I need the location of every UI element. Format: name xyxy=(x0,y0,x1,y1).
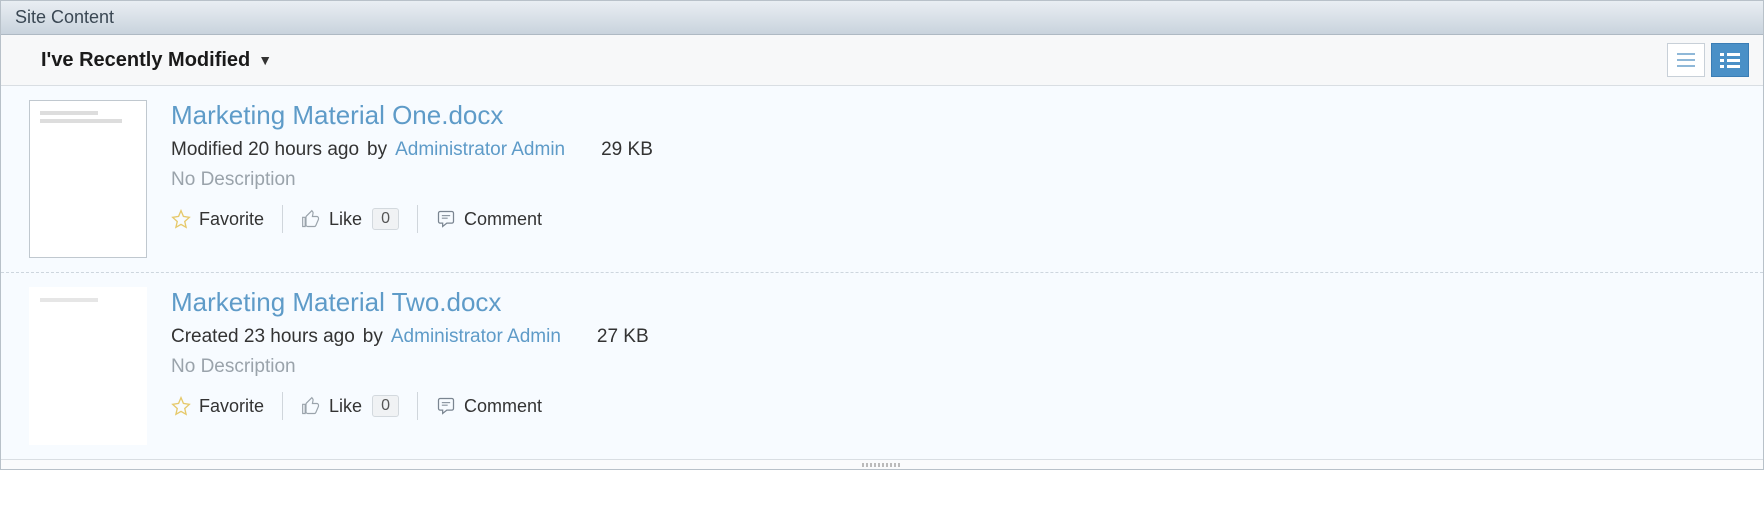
like-count: 0 xyxy=(372,395,399,417)
favorite-label: Favorite xyxy=(199,396,264,417)
by-label: by xyxy=(363,326,383,348)
grip-icon xyxy=(862,463,902,467)
comment-label: Comment xyxy=(464,209,542,230)
user-link[interactable]: Administrator Admin xyxy=(391,326,561,348)
like-action[interactable]: Like 0 xyxy=(283,205,418,233)
view-simple-button[interactable] xyxy=(1667,43,1705,77)
comment-action[interactable]: Comment xyxy=(418,205,560,233)
filter-label: I've Recently Modified xyxy=(41,49,250,72)
site-content-panel: Site Content I've Recently Modified ▼ xyxy=(0,0,1764,470)
document-title-link[interactable]: Marketing Material One.docx xyxy=(171,100,1745,131)
view-detailed-button[interactable] xyxy=(1711,43,1749,77)
document-title-link[interactable]: Marketing Material Two.docx xyxy=(171,287,1745,318)
filter-dropdown[interactable]: I've Recently Modified ▼ xyxy=(41,49,272,72)
star-icon xyxy=(171,396,191,416)
like-label: Like xyxy=(329,209,362,230)
view-toggle xyxy=(1667,43,1749,77)
caret-down-icon: ▼ xyxy=(258,52,272,68)
panel-title: Site Content xyxy=(1,1,1763,35)
document-info: Marketing Material One.docx Modified 20 … xyxy=(171,100,1745,258)
like-action[interactable]: Like 0 xyxy=(283,392,418,420)
comment-action[interactable]: Comment xyxy=(418,392,560,420)
meta-prefix: Modified 20 hours ago xyxy=(171,139,359,161)
thumbs-up-icon xyxy=(301,209,321,229)
document-description: No Description xyxy=(171,356,1745,378)
list-item: Marketing Material One.docx Modified 20 … xyxy=(1,86,1763,273)
thumbs-up-icon xyxy=(301,396,321,416)
document-actions: Favorite Like 0 xyxy=(171,392,1745,420)
file-size: 29 KB xyxy=(601,139,653,161)
comment-icon xyxy=(436,396,456,416)
toolbar: I've Recently Modified ▼ xyxy=(1,35,1763,86)
document-meta: Modified 20 hours ago by Administrator A… xyxy=(171,139,1745,161)
document-thumbnail[interactable] xyxy=(29,287,147,445)
like-count: 0 xyxy=(372,208,399,230)
document-actions: Favorite Like 0 xyxy=(171,205,1745,233)
document-meta: Created 23 hours ago by Administrator Ad… xyxy=(171,326,1745,348)
resize-handle[interactable] xyxy=(1,459,1763,469)
comment-label: Comment xyxy=(464,396,542,417)
document-info: Marketing Material Two.docx Created 23 h… xyxy=(171,287,1745,445)
like-label: Like xyxy=(329,396,362,417)
user-link[interactable]: Administrator Admin xyxy=(395,139,565,161)
by-label: by xyxy=(367,139,387,161)
meta-prefix: Created 23 hours ago xyxy=(171,326,355,348)
list-item: Marketing Material Two.docx Created 23 h… xyxy=(1,273,1763,459)
document-description: No Description xyxy=(171,169,1745,191)
favorite-action[interactable]: Favorite xyxy=(171,392,283,420)
star-icon xyxy=(171,209,191,229)
favorite-action[interactable]: Favorite xyxy=(171,205,283,233)
document-list: Marketing Material One.docx Modified 20 … xyxy=(1,86,1763,459)
favorite-label: Favorite xyxy=(199,209,264,230)
file-size: 27 KB xyxy=(597,326,649,348)
comment-icon xyxy=(436,209,456,229)
document-thumbnail[interactable] xyxy=(29,100,147,258)
